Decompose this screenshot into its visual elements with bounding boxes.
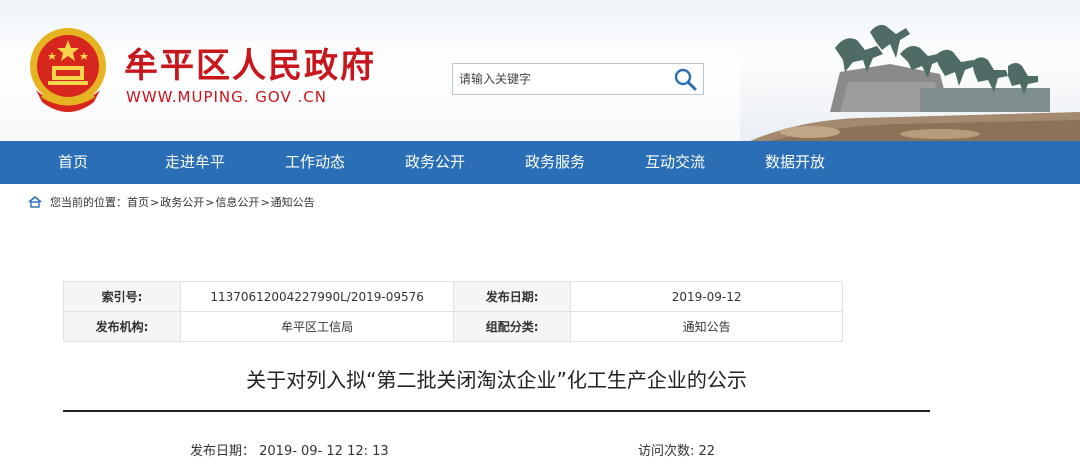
breadcrumb: 您当前的位置： 首页 > 政务公开 > 信息公开 > 通知公告 — [28, 194, 315, 210]
site-title: 牟平区人民政府 — [124, 46, 376, 86]
publish-date-value: 2019-09-12 — [570, 281, 843, 312]
main-nav: 首页 走进牟平 工作动态 政务公开 政务服务 互动交流 数据开放 — [0, 141, 1080, 184]
breadcrumb-info-open[interactable]: 信息公开 — [215, 194, 259, 210]
document-meta-table: 索引号: 11370612004227990L/2019-09576 发布日期:… — [62, 281, 843, 342]
site-header: 牟平区人民政府 WWW.MUPING. GOV .CN — [0, 0, 1080, 141]
nav-item-gov-service[interactable]: 政务服务 — [525, 141, 585, 184]
publisher-value: 牟平区工信局 — [180, 311, 455, 342]
nav-item-work-news[interactable]: 工作动态 — [285, 141, 345, 184]
table-row: 发布机构: 牟平区工信局 组配分类: 通知公告 — [62, 311, 843, 342]
breadcrumb-separator: > — [205, 195, 215, 209]
breadcrumb-gov-open[interactable]: 政务公开 — [160, 194, 204, 210]
breadcrumb-separator: > — [150, 195, 160, 209]
publish-date-label: 发布日期: — [453, 281, 572, 312]
home-icon — [28, 196, 42, 208]
breadcrumb-prefix: 您当前的位置： — [50, 196, 127, 209]
horse-statue-image — [740, 8, 1080, 141]
visit-count: 访问次数: 22 — [638, 444, 716, 459]
nav-item-gov-open[interactable]: 政务公开 — [405, 141, 465, 184]
search-box — [452, 63, 704, 95]
breadcrumb-notices[interactable]: 通知公告 — [271, 194, 315, 210]
table-row: 索引号: 11370612004227990L/2019-09576 发布日期:… — [62, 281, 843, 312]
article-publish-date: 发布日期： 2019- 09- 12 12: 13 — [190, 444, 389, 459]
nav-item-home[interactable]: 首页 — [58, 141, 88, 184]
title-divider — [63, 410, 930, 412]
site-url: WWW.MUPING. GOV .CN — [126, 88, 327, 106]
breadcrumb-home[interactable]: 首页 — [127, 194, 149, 210]
breadcrumb-separator: > — [260, 195, 270, 209]
nav-item-about[interactable]: 走进牟平 — [165, 141, 225, 184]
index-label: 索引号: — [62, 281, 182, 312]
category-value: 通知公告 — [570, 311, 843, 342]
article-title: 关于对列入拟“第二批关闭淘汰企业”化工生产企业的公示 — [246, 368, 747, 392]
category-label: 组配分类: — [453, 311, 572, 342]
publisher-label: 发布机构: — [62, 311, 182, 342]
nav-item-interaction[interactable]: 互动交流 — [645, 141, 705, 184]
search-icon[interactable] — [671, 66, 699, 92]
nav-item-open-data[interactable]: 数据开放 — [765, 141, 825, 184]
search-input[interactable] — [453, 64, 675, 94]
national-emblem-icon — [30, 28, 106, 112]
index-value: 11370612004227990L/2019-09576 — [180, 281, 455, 312]
